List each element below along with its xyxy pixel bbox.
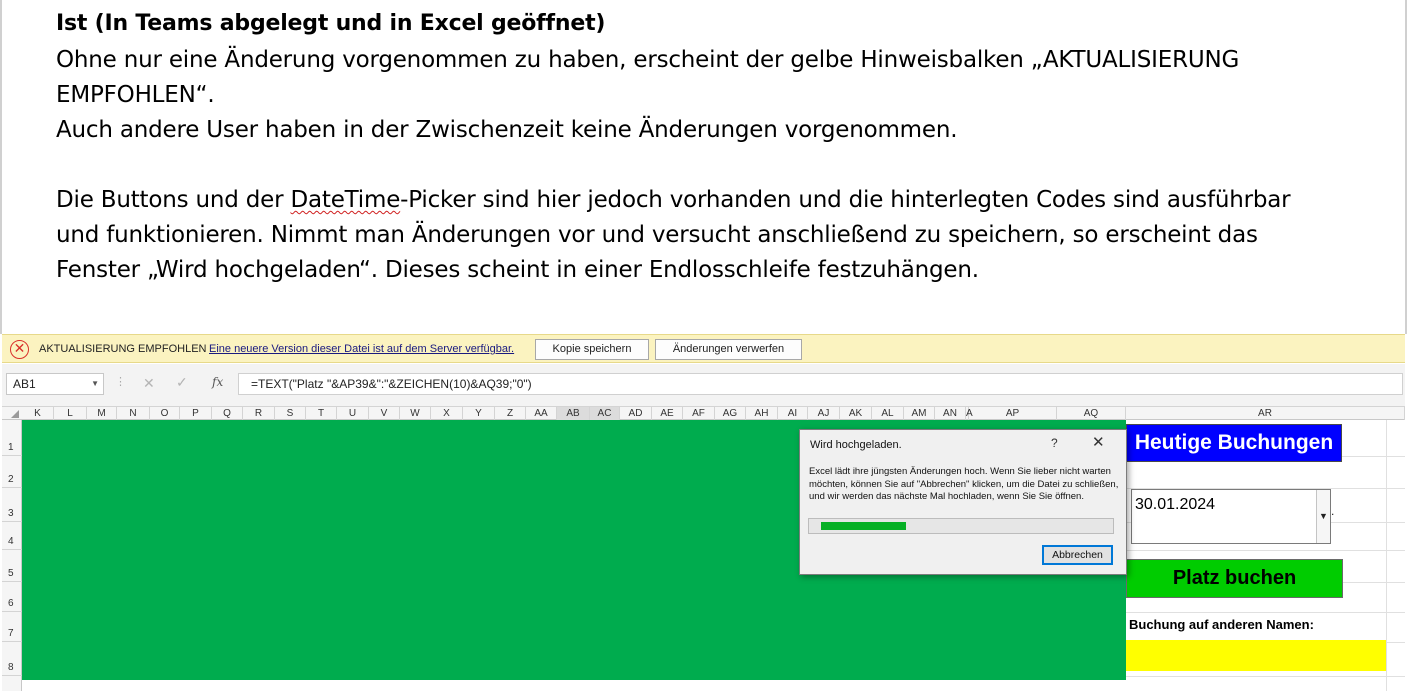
column-header-q[interactable]: Q — [212, 407, 243, 420]
help-icon[interactable]: ? — [1051, 436, 1058, 450]
dialog-title: Wird hochgeladen. — [810, 439, 902, 451]
formula-input[interactable]: =TEXT("Platz "&AP39&":"&ZEICHEN(10)&AQ39… — [238, 373, 1403, 395]
row-header-6[interactable]: 6 — [2, 582, 22, 612]
column-header-ae[interactable]: AE — [652, 407, 683, 420]
chevron-down-icon[interactable]: ▼ — [91, 374, 99, 394]
select-all-triangle-icon — [11, 410, 19, 418]
formula-bar: AB1 ▼ ⋮ ✕ ✓ fx =TEXT("Platz "&AP39&":"&Z… — [2, 364, 1405, 407]
document-line-3: Auch andere User haben in der Zwischenze… — [56, 117, 958, 143]
document-heading: Ist (In Teams abgelegt und in Excel geöf… — [56, 11, 606, 36]
book-seat-button[interactable]: Platz buchen — [1126, 559, 1343, 598]
cell-dot-mark: . — [1331, 504, 1335, 518]
name-box-value: AB1 — [13, 377, 36, 391]
date-picker[interactable]: 30.01.2024 ▼ — [1131, 489, 1331, 544]
document-line-6: Fenster „Wird hochgeladen“. Dieses schei… — [56, 257, 979, 283]
document-line-1: Ohne nur eine Änderung vorgenommen zu ha… — [56, 47, 1240, 73]
confirm-entry-icon[interactable]: ✓ — [176, 374, 188, 391]
spellcheck-word: DateTime — [290, 187, 401, 213]
column-header-l[interactable]: L — [54, 407, 87, 420]
cancel-button[interactable]: Abbrechen — [1042, 545, 1113, 565]
column-header-w[interactable]: W — [400, 407, 431, 420]
upload-progress-bar — [808, 518, 1114, 534]
cancel-entry-icon[interactable]: ✕ — [143, 375, 155, 392]
column-header-aj[interactable]: AJ — [808, 407, 840, 420]
column-header-ai[interactable]: AI — [778, 407, 808, 420]
date-picker-value: 30.01.2024 — [1135, 496, 1216, 513]
infobar-title: AKTUALISIERUNG EMPFOHLEN — [39, 343, 207, 355]
column-header-ak[interactable]: AK — [840, 407, 872, 420]
document-line-4: Die Buttons und der DateTime-Picker sind… — [56, 183, 1291, 218]
upload-progress-fill — [821, 522, 906, 530]
save-copy-button[interactable]: Kopie speichern — [535, 339, 649, 360]
column-header-x[interactable]: X — [431, 407, 463, 420]
row-header-3[interactable]: 3 — [2, 488, 22, 522]
other-name-label: Buchung auf anderen Namen: — [1129, 617, 1314, 632]
column-header-ah[interactable]: AH — [746, 407, 778, 420]
excel-window: ✕ AKTUALISIERUNG EMPFOHLEN Eine neuere V… — [2, 334, 1405, 691]
insert-function-icon[interactable]: fx — [212, 375, 223, 389]
row-headers: 12345678 — [2, 420, 22, 691]
column-header-al[interactable]: AL — [872, 407, 904, 420]
row-header-4[interactable]: 4 — [2, 522, 22, 550]
column-header-ad[interactable]: AD — [620, 407, 652, 420]
row-header-5[interactable]: 5 — [2, 550, 22, 582]
update-infobar: ✕ AKTUALISIERUNG EMPFOHLEN Eine neuere V… — [2, 334, 1405, 363]
discard-changes-button[interactable]: Änderungen verwerfen — [655, 339, 802, 360]
infobar-message-link[interactable]: Eine neuere Version dieser Datei ist auf… — [209, 343, 514, 355]
column-header-s[interactable]: S — [275, 407, 306, 420]
column-header-u[interactable]: U — [337, 407, 369, 420]
column-header-ab[interactable]: AB — [557, 407, 590, 420]
column-header-ac[interactable]: AC — [590, 407, 620, 420]
column-header-z[interactable]: Z — [495, 407, 526, 420]
row-header-1[interactable]: 1 — [2, 420, 22, 456]
uploading-dialog: Wird hochgeladen. ? ✕ Excel lädt ihre jü… — [799, 429, 1127, 575]
column-header-aa[interactable]: AA — [526, 407, 557, 420]
date-picker-dropdown-icon[interactable]: ▼ — [1316, 490, 1330, 543]
today-bookings-button[interactable]: Heutige Buchungen — [1126, 424, 1342, 462]
column-header-t[interactable]: T — [306, 407, 337, 420]
column-header-p[interactable]: P — [180, 407, 212, 420]
column-header-am[interactable]: AM — [904, 407, 935, 420]
name-box[interactable]: AB1 ▼ — [6, 373, 104, 395]
column-header-ar[interactable]: AR — [1126, 407, 1405, 420]
column-header-y[interactable]: Y — [463, 407, 495, 420]
select-all-corner[interactable] — [2, 407, 22, 420]
grip-dots-icon: ⋮ — [115, 376, 126, 388]
column-header-o[interactable]: O — [150, 407, 180, 420]
column-header-aq[interactable]: AQ — [1057, 407, 1126, 420]
column-headers: K L M N O P Q R S T U V W X Y Z AA AB AC AD AE AF AG AH AI AJ AK AL… — [2, 407, 1405, 420]
other-name-input-cell[interactable] — [1126, 640, 1386, 671]
row-header-7[interactable]: 7 — [2, 612, 22, 642]
document-page: Ist (In Teams abgelegt und in Excel geöf… — [0, 0, 1407, 334]
column-header-n[interactable]: N — [117, 407, 150, 420]
close-icon[interactable]: ✕ — [1092, 433, 1105, 451]
document-line-2: EMPFOHLEN“. — [56, 82, 215, 108]
column-header-ag[interactable]: AG — [715, 407, 746, 420]
column-header-v[interactable]: V — [369, 407, 400, 420]
column-header-ap[interactable]: AP — [969, 407, 1057, 420]
row-header-2[interactable]: 2 — [2, 456, 22, 488]
row-header-8[interactable]: 8 — [2, 642, 22, 676]
document-line-4-pre: Die Buttons und der — [56, 187, 291, 213]
column-header-r[interactable]: R — [243, 407, 275, 420]
dialog-message: Excel lädt ihre jüngsten Änderungen hoch… — [809, 466, 1119, 502]
column-header-k[interactable]: K — [22, 407, 54, 420]
document-line-4-post: -Picker sind hier jedoch vorhanden und d… — [400, 187, 1291, 213]
column-header-m[interactable]: M — [87, 407, 117, 420]
column-header-af[interactable]: AF — [683, 407, 715, 420]
document-line-5: und funktionieren. Nimmt man Änderungen … — [56, 222, 1258, 248]
error-circle-x-icon: ✕ — [10, 340, 29, 359]
column-header-an[interactable]: AN — [935, 407, 966, 420]
